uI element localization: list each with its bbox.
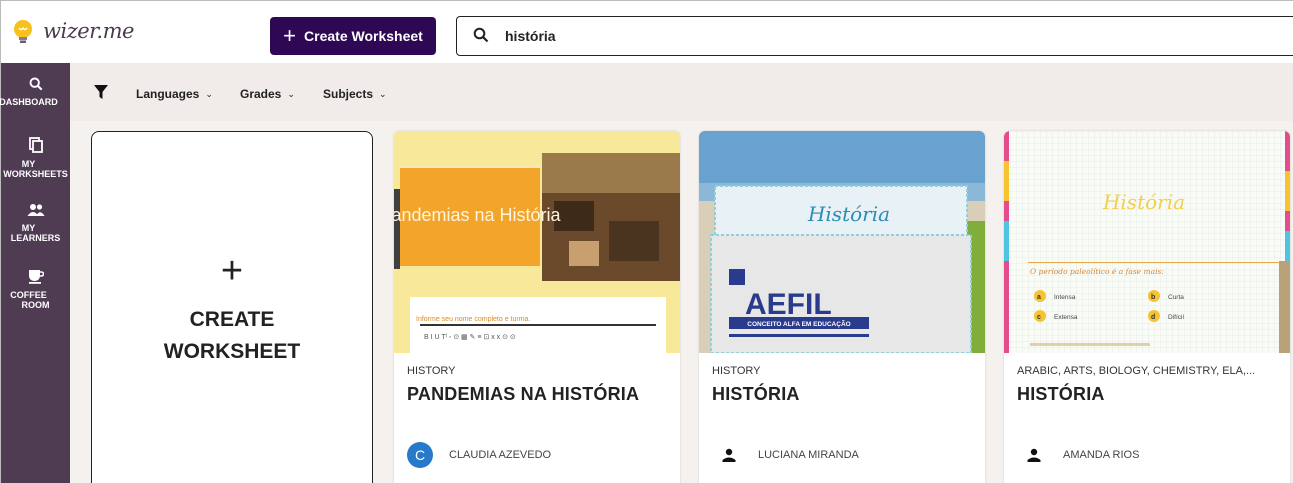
search-input[interactable]	[505, 28, 1205, 44]
svg-text:B I U Tᴵ ◦ ⊙ ▦ ✎ ≡ ⊡: B I U Tᴵ ◦ ⊙ ▦ ✎ ≡ ⊡ x x ⊙ ⊙	[424, 334, 516, 341]
sidebar-item-my-learners[interactable]: MY LEARNERS	[1, 203, 70, 243]
worksheet-card[interactable]: História AEFIL CONCEITO ALFA EM EDUCAÇÃO…	[699, 131, 985, 483]
search-icon	[473, 27, 489, 46]
worksheet-subject: HISTORY	[712, 365, 761, 377]
worksheet-title: PANDEMIAS NA HISTÓRIA	[407, 384, 640, 404]
filter-icon[interactable]	[94, 85, 108, 104]
svg-text:Difícil: Difícil	[1168, 314, 1184, 321]
svg-text:Curta: Curta	[1168, 294, 1184, 301]
subjects-filter-label: Subjects	[323, 87, 374, 101]
chevron-down-icon: ⌄	[379, 88, 387, 99]
author-name: LUCIANA MIRANDA	[758, 449, 859, 461]
thumbnail-title: História	[1102, 190, 1185, 214]
coffee-icon	[1, 269, 70, 284]
grades-filter-label: Grades	[240, 87, 282, 101]
thumbnail-logo: AEFIL	[745, 288, 832, 321]
plus-icon: +	[283, 23, 297, 48]
people-icon	[1, 203, 70, 217]
thumbnail-prompt: Informe seu nome completo e turma.	[416, 316, 530, 323]
worksheet-subject: ARABIC, ARTS, BIOLOGY, CHEMISTRY, ELA,..…	[1017, 365, 1256, 377]
sidebar-item-label: MY LEARNERS	[10, 223, 61, 243]
thumbnail-question: O período paleolítico é a fase mais:	[1030, 267, 1164, 276]
worksheet-card[interactable]: Informe seu nome completo e turma. B I U…	[394, 131, 680, 483]
create-worksheet-card[interactable]: + CREATE WORKSHEET	[91, 131, 373, 483]
languages-filter-label: Languages	[136, 87, 200, 101]
top-bar: wizer.me + Create Worksheet	[1, 1, 1293, 63]
svg-text:d: d	[1151, 314, 1155, 321]
logo-text: wizer.me	[43, 19, 134, 43]
person-icon	[716, 442, 742, 468]
worksheet-title: HISTÓRIA	[712, 384, 800, 404]
thumbnail-title: Pandemias na História	[394, 205, 562, 225]
chevron-down-icon: ⌄	[287, 88, 295, 99]
logo[interactable]: wizer.me	[11, 19, 134, 43]
create-worksheet-button[interactable]: + Create Worksheet	[270, 17, 436, 55]
sidebar-item-coffee-room[interactable]: COFFEE ROOM	[1, 269, 70, 310]
svg-text:a: a	[1037, 294, 1041, 301]
avatar: C	[407, 442, 433, 468]
sidebar-item-dashboard[interactable]: DASHBOARD	[0, 77, 70, 107]
worksheet-title: HISTÓRIA	[1017, 384, 1105, 404]
subjects-filter[interactable]: Subjects ⌄	[323, 87, 387, 101]
worksheet-thumbnail: Informe seu nome completo e turma. B I U…	[394, 131, 680, 353]
author-name: AMANDA RIOS	[1063, 449, 1140, 461]
filter-bar: Languages ⌄ Grades ⌄ Subjects ⌄	[70, 63, 1293, 121]
plus-icon: +	[220, 250, 244, 292]
sidebar-item-my-worksheets[interactable]: MY WORKSHEETS	[1, 137, 70, 179]
lightbulb-icon	[11, 19, 35, 43]
sidebar: DASHBOARD MY WORKSHEETS MY LEARNERS COFF…	[0, 63, 70, 483]
worksheet-author[interactable]: AMANDA RIOS	[1017, 442, 1139, 468]
chevron-down-icon: ⌄	[205, 88, 213, 99]
worksheet-card[interactable]: História O período paleolítico é a fase …	[1004, 131, 1290, 483]
languages-filter[interactable]: Languages ⌄	[136, 87, 213, 101]
svg-text:Intensa: Intensa	[1054, 294, 1076, 301]
svg-text:c: c	[1037, 314, 1041, 321]
search-icon	[1, 77, 70, 91]
worksheet-thumbnail: História AEFIL CONCEITO ALFA EM EDUCAÇÃO	[699, 131, 985, 353]
svg-text:Extensa: Extensa	[1054, 314, 1078, 321]
copy-icon	[1, 137, 70, 153]
worksheet-grid: + CREATE WORKSHEET Informe seu nome comp…	[70, 121, 1293, 483]
author-name: CLAUDIA AZEVEDO	[449, 449, 552, 461]
search-bar[interactable]	[456, 16, 1293, 56]
worksheet-subject: HISTORY	[407, 365, 456, 377]
create-worksheet-card-label: CREATE WORKSHEET	[163, 308, 301, 363]
worksheet-thumbnail: História O período paleolítico é a fase …	[1004, 131, 1290, 353]
thumbnail-tagline: CONCEITO ALFA EM EDUCAÇÃO	[747, 319, 850, 328]
create-worksheet-label: Create Worksheet	[304, 28, 423, 44]
svg-text:b: b	[1151, 294, 1155, 301]
sidebar-item-label: DASHBOARD	[0, 97, 58, 107]
sidebar-item-label: COFFEE ROOM	[10, 290, 50, 310]
worksheet-author[interactable]: LUCIANA MIRANDA	[712, 442, 859, 468]
thumbnail-title: História	[807, 202, 890, 226]
worksheet-author[interactable]: C CLAUDIA AZEVEDO	[407, 442, 551, 468]
app-window: wizer.me + Create Worksheet história DAS…	[0, 0, 1293, 483]
grades-filter[interactable]: Grades ⌄	[240, 87, 295, 101]
sidebar-item-label: MY WORKSHEETS	[3, 159, 68, 179]
person-icon	[1021, 442, 1047, 468]
